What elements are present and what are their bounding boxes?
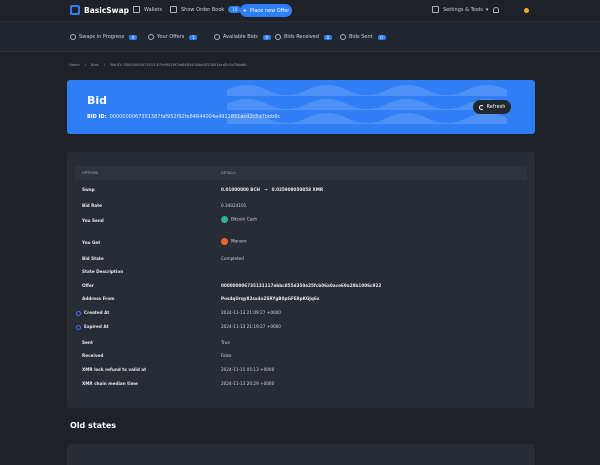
table-header: Options Details [75, 166, 527, 180]
row-label: Address From [82, 296, 115, 301]
row-label: XMR chain median time [82, 381, 138, 386]
expired-at-label: Expired At [84, 324, 109, 329]
logo-icon [70, 5, 80, 15]
subnav-label: Your Offers [157, 34, 185, 40]
breadcrumb-bids[interactable]: Bids [91, 63, 99, 67]
count-badge: 0 [323, 34, 332, 40]
page-title: Bid [87, 94, 108, 107]
top-navbar: BasicSwap Wallets Show Order Book 10 + P… [0, 0, 600, 22]
row-label: Swap [82, 187, 95, 192]
swap-icon [70, 34, 76, 40]
row-label: Created At [76, 310, 109, 316]
bids-icon [214, 34, 220, 40]
breadcrumb-separator: / [84, 63, 86, 67]
arrow-right-icon: → [264, 187, 268, 192]
theme-toggle-icon[interactable] [524, 8, 529, 13]
send-icon [340, 34, 346, 40]
row-value: 0.34024101 [221, 203, 247, 208]
nav-settings-label: Settings & Tools [443, 6, 483, 13]
offer-link[interactable]: 000000006735131117ebbc855d350e25fcb06a0a… [221, 283, 381, 288]
row-value: False [221, 353, 232, 358]
row-value: True [221, 340, 230, 345]
clock-icon [76, 310, 81, 316]
subnav-available-bids[interactable]: Available Bids 0 [214, 34, 271, 40]
breadcrumb-separator: / [103, 63, 106, 67]
row-label: You Get [82, 240, 101, 245]
subnav-label: Swaps in Progress [79, 34, 125, 40]
nav-wallets-label: Wallets [144, 6, 163, 13]
secondary-navbar: Swaps in Progress 0 Your Offers 1 Availa… [0, 22, 600, 52]
row-label: You Send [82, 218, 104, 223]
you-get-coin: Monero [231, 238, 247, 244]
row-label: Sent [82, 340, 93, 345]
place-new-offer-button[interactable]: + Place new Offer [240, 4, 292, 17]
bid-id-label: BID ID: [87, 114, 107, 120]
row-label: Expired At [76, 324, 109, 330]
count-badge: 0 [262, 34, 271, 40]
subnav-label: Bids Sent [349, 34, 373, 40]
row-value: 2024-11-13 21:19:27 +0000 [221, 324, 281, 329]
you-send-coin: Bitcoin Cash [231, 216, 258, 222]
subnav-bids-received[interactable]: Bids Received 0 [275, 34, 332, 40]
column-header-details: Details [221, 171, 236, 175]
row-value: 2024-11-13 20:29 +0000 [221, 381, 275, 386]
settings-icon [432, 6, 439, 13]
subnav-label: Available Bids [223, 34, 258, 40]
row-value: Monero [221, 238, 247, 245]
row-value: Bitcoin Cash [221, 216, 257, 223]
row-label: Offer [82, 283, 94, 288]
inbox-icon [275, 34, 281, 40]
bid-id-line: BID ID: 0000000067351387faf952f92fe848440… [87, 114, 280, 120]
row-value: 2024-11-13 21:09:27 +0000 [221, 310, 281, 315]
row-label: State Description [82, 269, 124, 274]
bitcoin-cash-icon [221, 216, 228, 223]
row-value: Pos4qUrqy82sx4n2SRYgB0pGFE8pKGJq6x [221, 296, 320, 301]
row-label: Bid State [82, 256, 104, 261]
clock-icon [76, 324, 81, 330]
monero-icon [221, 238, 228, 245]
wallet-icon [133, 6, 140, 13]
bid-id-value: 0000000067351387faf952f92fe84844004a4922… [109, 114, 281, 120]
count-badge: 0 [377, 34, 386, 40]
subnav-label: Bids Received [284, 34, 319, 40]
created-at-label: Created At [84, 310, 110, 315]
row-value: 0.01000000 BCH → 0.025909050858 XMR [221, 187, 323, 192]
bell-icon[interactable] [493, 7, 499, 13]
row-value: Completed [221, 256, 244, 261]
nav-wallets[interactable]: Wallets [133, 6, 162, 13]
app-name: BasicSwap [84, 5, 130, 15]
nav-settings-tools[interactable]: Settings & Tools ▾ [432, 6, 488, 13]
column-header-options: Options [82, 171, 99, 175]
bid-details-panel: Options Details Swap 0.01000000 BCH → 0.02… [67, 152, 535, 408]
bid-header-card: Bid BID ID: 0000000067351387faf952f92fe84… [67, 80, 535, 134]
breadcrumb: Home / Bids / Bid ID: 00000000673513 87f… [69, 63, 251, 67]
app-logo[interactable]: BasicSwap [70, 5, 129, 15]
swap-from-amount: 0.01000000 BCH [221, 187, 261, 192]
subnav-your-offers[interactable]: Your Offers 1 [148, 34, 198, 40]
subnav-swaps-in-progress[interactable]: Swaps in Progress 0 [70, 34, 138, 40]
row-label: Received [82, 353, 104, 358]
row-label: Bid Rate [82, 203, 102, 208]
decorative-wave-pattern [227, 85, 507, 124]
offers-icon [148, 34, 154, 40]
subnav-bids-sent[interactable]: Bids Sent 0 [340, 34, 386, 40]
swap-to-amount: 0.025909050858 XMR [271, 187, 324, 192]
plus-icon: + [242, 7, 247, 14]
breadcrumb-current: Bid ID: 00000000673513 87faf952f92fe8484… [110, 63, 248, 67]
refresh-button[interactable]: Refresh [473, 100, 511, 114]
nav-order-book-label: Show Order Book [181, 6, 225, 13]
row-value: 2024-11-15 05:13 +0000 [221, 367, 275, 372]
refresh-icon [478, 104, 484, 110]
order-book-icon [170, 6, 177, 13]
refresh-label: Refresh [486, 104, 506, 110]
old-states-panel [67, 444, 535, 465]
place-new-offer-label: Place new Offer [249, 7, 290, 14]
old-states-heading: Old states [70, 421, 117, 430]
row-label: XMR lock refund tx valid at [82, 367, 147, 372]
nav-order-book[interactable]: Show Order Book 10 [170, 6, 242, 13]
count-badge: 1 [189, 34, 198, 40]
breadcrumb-home[interactable]: Home [69, 63, 80, 67]
chevron-down-icon: ▾ [485, 6, 489, 13]
count-badge: 0 [129, 34, 138, 40]
